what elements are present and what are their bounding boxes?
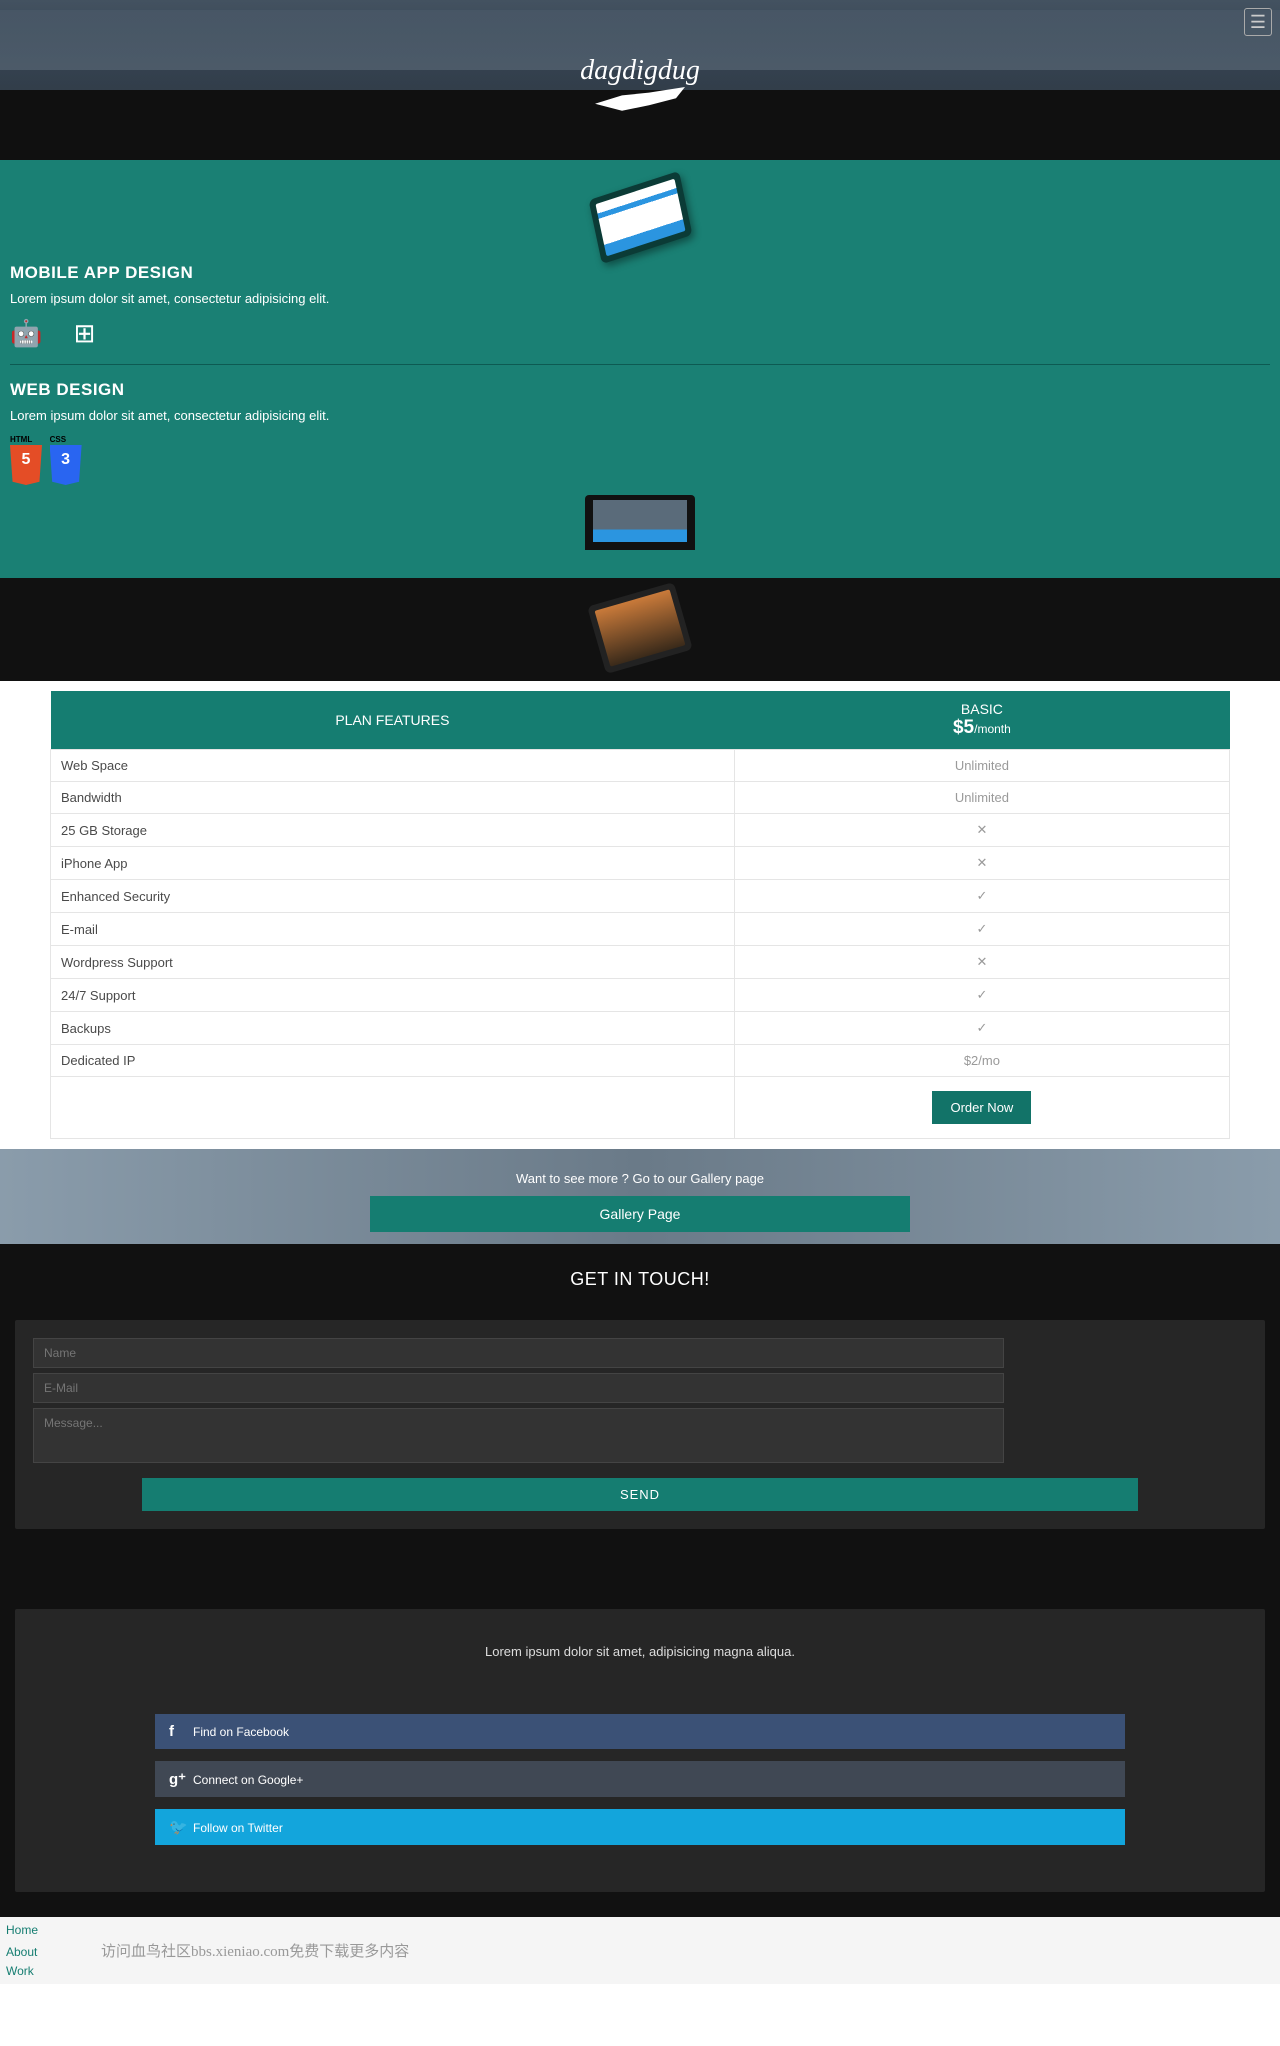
web-desc: Lorem ipsum dolor sit amet, consectetur … <box>10 408 1270 423</box>
dark-phone-strip <box>0 578 1280 681</box>
feature-value: $2/mo <box>734 1045 1229 1077</box>
table-row: BandwidthUnlimited <box>51 782 1230 814</box>
footer-link-work[interactable]: Work <box>6 1961 1274 1981</box>
feature-value: ✕ <box>734 847 1229 880</box>
googleplus-icon: g⁺ <box>169 1770 187 1788</box>
footer-nav: Home About 访问血鸟社区bbs.xieniao.com免费下载更多内容… <box>0 1917 1280 1984</box>
feature-value: ✓ <box>734 913 1229 946</box>
twitter-icon: 🐦 <box>169 1818 187 1836</box>
mobile-title: MOBILE APP DESIGN <box>10 263 1270 283</box>
logo-swoosh-icon <box>595 87 685 115</box>
feature-value: ✕ <box>734 814 1229 847</box>
footer-link-home[interactable]: Home <box>6 1920 1274 1940</box>
table-row: Enhanced Security✓ <box>51 880 1230 913</box>
contact-form: SEND <box>15 1320 1265 1529</box>
table-row: Web SpaceUnlimited <box>51 750 1230 782</box>
web-title: WEB DESIGN <box>10 380 1270 400</box>
html5-icon: 5 <box>10 445 42 485</box>
android-icon[interactable]: 🤖 <box>10 318 42 349</box>
email-input[interactable] <box>33 1373 1004 1403</box>
footer-link-about[interactable]: About <box>6 1942 37 1962</box>
table-row: 24/7 Support✓ <box>51 979 1230 1012</box>
gallery-prompt: Want to see more ? Go to our Gallery pag… <box>516 1171 764 1186</box>
feature-value: Unlimited <box>734 782 1229 814</box>
twitter-button[interactable]: 🐦Follow on Twitter <box>155 1809 1125 1845</box>
feature-value: ✓ <box>734 979 1229 1012</box>
feature-value: Unlimited <box>734 750 1229 782</box>
facebook-icon: f <box>169 1723 187 1740</box>
css3-icon: 3 <box>50 445 82 485</box>
hamburger-icon: ☰ <box>1250 12 1266 33</box>
social-panel: Lorem ipsum dolor sit amet, adipisicing … <box>15 1609 1265 1892</box>
table-row: Backups✓ <box>51 1012 1230 1045</box>
message-textarea[interactable] <box>33 1408 1004 1463</box>
contact-section: GET IN TOUCH! SEND Lorem ipsum dolor sit… <box>0 1244 1280 1917</box>
laptop-mockup-icon <box>585 495 695 550</box>
send-button[interactable]: SEND <box>142 1478 1137 1511</box>
feature-value: ✕ <box>734 946 1229 979</box>
col-basic: BASIC $5/month <box>734 691 1229 750</box>
hero-banner: ☰ dagdigdug <box>0 0 1280 160</box>
table-row: Dedicated IP$2/mo <box>51 1045 1230 1077</box>
dark-phone-mockup-icon <box>587 582 693 674</box>
social-text: Lorem ipsum dolor sit amet, adipisicing … <box>155 1644 1125 1659</box>
web-design-section: WEB DESIGN Lorem ipsum dolor sit amet, c… <box>10 365 1270 578</box>
contact-title: GET IN TOUCH! <box>15 1269 1265 1290</box>
feature-label: Wordpress Support <box>51 946 735 979</box>
phone-mockup-icon <box>588 171 692 264</box>
hamburger-menu-button[interactable]: ☰ <box>1244 8 1272 36</box>
feature-value: ✓ <box>734 1012 1229 1045</box>
table-row: E-mail✓ <box>51 913 1230 946</box>
gallery-cta-strip: Want to see more ? Go to our Gallery pag… <box>0 1149 1280 1244</box>
feature-label: Enhanced Security <box>51 880 735 913</box>
table-row: iPhone App✕ <box>51 847 1230 880</box>
feature-label: Bandwidth <box>51 782 735 814</box>
logo-text: dagdigdug <box>580 55 700 87</box>
watermark-text: 访问血鸟社区bbs.xieniao.com免费下载更多内容 <box>101 1944 409 1960</box>
feature-label: E-mail <box>51 913 735 946</box>
table-row: 25 GB Storage✕ <box>51 814 1230 847</box>
feature-label: Web Space <box>51 750 735 782</box>
name-input[interactable] <box>33 1338 1004 1368</box>
feature-label: 25 GB Storage <box>51 814 735 847</box>
table-row: Wordpress Support✕ <box>51 946 1230 979</box>
feature-label: iPhone App <box>51 847 735 880</box>
googleplus-button[interactable]: g⁺Connect on Google+ <box>155 1761 1125 1797</box>
feature-label: Backups <box>51 1012 735 1045</box>
site-logo: dagdigdug <box>580 55 700 115</box>
gallery-page-button[interactable]: Gallery Page <box>370 1196 910 1232</box>
feature-label: 24/7 Support <box>51 979 735 1012</box>
feature-value: ✓ <box>734 880 1229 913</box>
feature-label: Dedicated IP <box>51 1045 735 1077</box>
order-now-button[interactable]: Order Now <box>932 1091 1031 1124</box>
col-features: PLAN FEATURES <box>51 691 735 750</box>
mobile-app-section: MOBILE APP DESIGN Lorem ipsum dolor sit … <box>10 160 1270 365</box>
windows-icon[interactable]: ⊞ <box>74 318 96 349</box>
pricing-table: PLAN FEATURES BASIC $5/month Web SpaceUn… <box>50 691 1230 1139</box>
pricing-table-section: PLAN FEATURES BASIC $5/month Web SpaceUn… <box>0 681 1280 1149</box>
mobile-desc: Lorem ipsum dolor sit amet, consectetur … <box>10 291 1270 306</box>
facebook-button[interactable]: fFind on Facebook <box>155 1714 1125 1749</box>
